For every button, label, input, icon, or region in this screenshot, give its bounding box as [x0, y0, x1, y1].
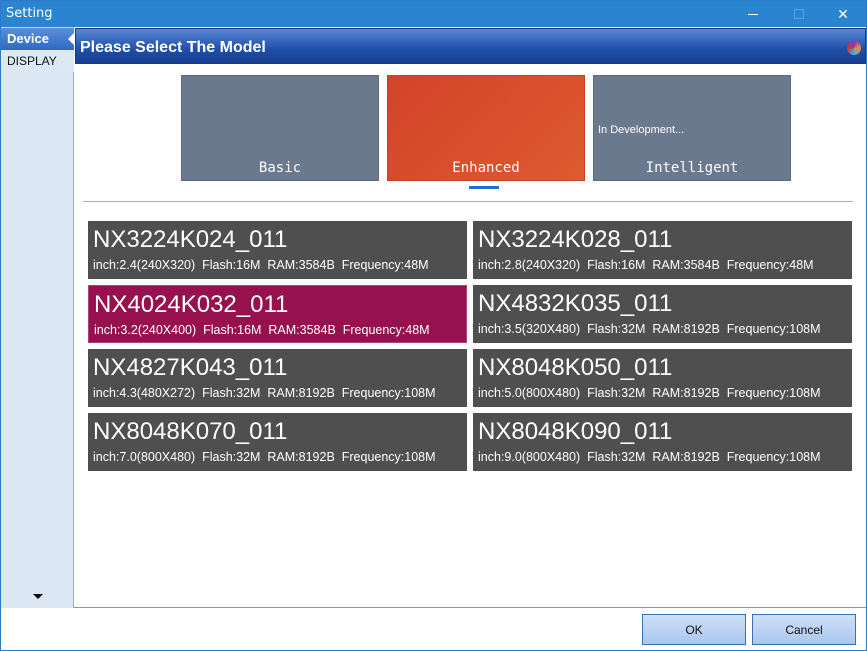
maximize-button[interactable] [776, 1, 822, 27]
minimize-button[interactable] [730, 1, 776, 27]
tab-label: Enhanced [452, 160, 520, 176]
panel-header: Please Select The Model [75, 28, 866, 64]
model-spec: inch:3.5(320X480) Flash:32M RAM:8192B Fr… [478, 322, 821, 336]
tab-enhanced[interactable]: Enhanced [387, 75, 585, 181]
sidebar: Device DISPLAY [1, 27, 74, 608]
model-item[interactable]: NX4827K043_011 inch:4.3(480X272) Flash:3… [88, 349, 467, 407]
tab-intelligent[interactable]: In Development... Intelligent [593, 75, 791, 181]
app-logo-icon [847, 41, 861, 55]
model-name: NX3224K028_011 [478, 226, 673, 253]
tab-basic[interactable]: Basic [181, 75, 379, 181]
model-spec: inch:3.2(240X400) Flash:16M RAM:3584B Fr… [94, 323, 430, 337]
model-name: NX4024K032_011 [94, 291, 289, 318]
model-spec: inch:2.8(240X320) Flash:16M RAM:3584B Fr… [478, 258, 814, 272]
setting-window: Setting ✕ Device DISPLAY Please Select T… [0, 0, 867, 651]
scroll-down-arrow-icon[interactable] [33, 594, 43, 599]
model-item[interactable]: NX3224K024_011 inch:2.4(240X320) Flash:1… [88, 221, 467, 279]
model-spec: inch:4.3(480X272) Flash:32M RAM:8192B Fr… [93, 386, 436, 400]
model-name: NX8048K050_011 [478, 354, 673, 381]
model-name: NX4832K035_011 [478, 290, 673, 317]
minimize-icon [748, 13, 758, 15]
model-spec: inch:5.0(800X480) Flash:32M RAM:8192B Fr… [478, 386, 821, 400]
tab-label: Basic [258, 160, 302, 176]
tab-note: In Development... [598, 124, 685, 136]
model-spec: inch:2.4(240X320) Flash:16M RAM:3584B Fr… [93, 258, 429, 272]
model-name: NX3224K024_011 [93, 226, 288, 253]
model-name: NX8048K070_011 [93, 418, 288, 445]
sidebar-item-device[interactable]: Device [1, 28, 74, 50]
model-item-selected[interactable]: NX4024K032_011 inch:3.2(240X400) Flash:1… [88, 285, 467, 343]
sidebar-item-display[interactable]: DISPLAY [1, 50, 74, 72]
divider [83, 201, 853, 202]
model-item[interactable]: NX8048K070_011 inch:7.0(800X480) Flash:3… [88, 413, 467, 471]
selected-tab-indicator [469, 186, 499, 189]
model-item[interactable]: NX3224K028_011 inch:2.8(240X320) Flash:1… [473, 221, 852, 279]
title-bar: Setting ✕ [1, 1, 866, 27]
model-item[interactable]: NX4832K035_011 inch:3.5(320X480) Flash:3… [473, 285, 852, 343]
sidebar-item-label: Device [7, 31, 49, 46]
model-name: NX8048K090_011 [478, 418, 673, 445]
model-selection-panel: Please Select The Model Basic Enhanced I… [74, 27, 866, 608]
sidebar-background [1, 72, 73, 608]
cancel-button[interactable]: Cancel [752, 614, 856, 645]
sidebar-item-label: DISPLAY [7, 54, 57, 68]
maximize-icon [794, 9, 804, 19]
ok-button[interactable]: OK [642, 614, 746, 645]
model-item[interactable]: NX8048K090_011 inch:9.0(800X480) Flash:3… [473, 413, 852, 471]
model-spec: inch:7.0(800X480) Flash:32M RAM:8192B Fr… [93, 450, 436, 464]
page-title: Please Select The Model [80, 39, 266, 56]
model-item[interactable]: NX8048K050_011 inch:5.0(800X480) Flash:3… [473, 349, 852, 407]
window-title: Setting [6, 6, 53, 21]
model-spec: inch:9.0(800X480) Flash:32M RAM:8192B Fr… [478, 450, 821, 464]
close-icon: ✕ [837, 5, 849, 22]
model-name: NX4827K043_011 [93, 354, 288, 381]
close-button[interactable]: ✕ [820, 1, 866, 27]
tab-label: Intelligent [645, 160, 739, 176]
